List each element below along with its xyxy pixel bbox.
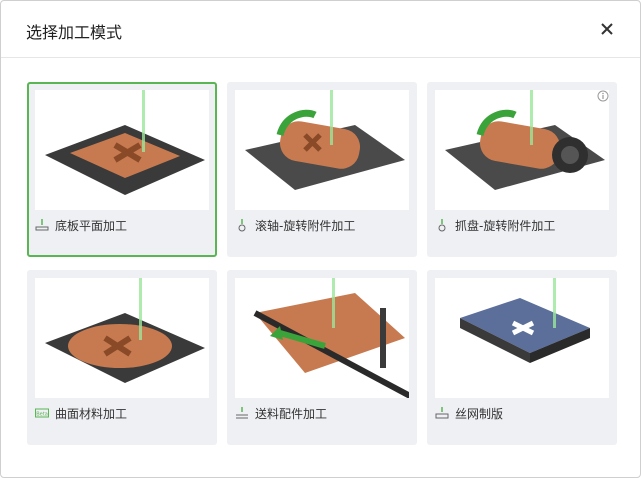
laser-plane-icon bbox=[35, 219, 49, 231]
close-icon[interactable] bbox=[597, 19, 617, 39]
laser-rotary-icon bbox=[238, 219, 246, 232]
screen-thumbnail bbox=[435, 278, 609, 398]
svg-text:Beta: Beta bbox=[36, 412, 48, 418]
mode-label-text: 曲面材料加工 bbox=[55, 406, 128, 421]
mode-card-roller[interactable]: 滚轴-旋转附件加工 bbox=[227, 82, 417, 257]
mode-label: 底板平面加工 bbox=[35, 216, 127, 234]
plane-thumbnail bbox=[35, 90, 209, 210]
mode-label-text: 滚轴-旋转附件加工 bbox=[255, 218, 356, 233]
mode-label-text: 送料配件加工 bbox=[255, 406, 328, 421]
laser-feeder-icon bbox=[236, 407, 248, 419]
curved-thumbnail bbox=[35, 278, 209, 398]
mode-label: 抓盘-旋转附件加工 bbox=[435, 216, 555, 234]
roller-thumbnail bbox=[235, 90, 409, 210]
mode-card-plane[interactable]: 底板平面加工 bbox=[27, 82, 217, 257]
mode-label-text: 丝网制版 bbox=[455, 406, 504, 421]
mode-select-dialog: 选择加工模式 底板平面加工 滚轴-旋转附件加工 抓盘-旋转附件加工 Beta 曲… bbox=[0, 0, 641, 478]
beta-badge-icon: Beta bbox=[35, 408, 49, 418]
mode-label: Beta 曲面材料加工 bbox=[35, 404, 127, 422]
mode-card-chuck[interactable]: 抓盘-旋转附件加工 bbox=[427, 82, 617, 257]
info-icon[interactable] bbox=[597, 90, 609, 102]
mode-label: 送料配件加工 bbox=[235, 404, 327, 422]
laser-screen-icon bbox=[435, 407, 449, 419]
mode-label: 丝网制版 bbox=[435, 404, 503, 422]
mode-label-text: 抓盘-旋转附件加工 bbox=[455, 218, 556, 233]
laser-rotary-icon bbox=[438, 219, 446, 232]
mode-label-text: 底板平面加工 bbox=[55, 218, 128, 233]
mode-card-curved[interactable]: Beta 曲面材料加工 bbox=[27, 270, 217, 445]
mode-label: 滚轴-旋转附件加工 bbox=[235, 216, 355, 234]
mode-card-feeder[interactable]: 送料配件加工 bbox=[227, 270, 417, 445]
dialog-header: 选择加工模式 bbox=[1, 1, 640, 58]
dialog-title: 选择加工模式 bbox=[26, 23, 123, 42]
chuck-thumbnail bbox=[435, 90, 609, 210]
feeder-thumbnail bbox=[235, 278, 409, 398]
mode-card-screen[interactable]: 丝网制版 bbox=[427, 270, 617, 445]
